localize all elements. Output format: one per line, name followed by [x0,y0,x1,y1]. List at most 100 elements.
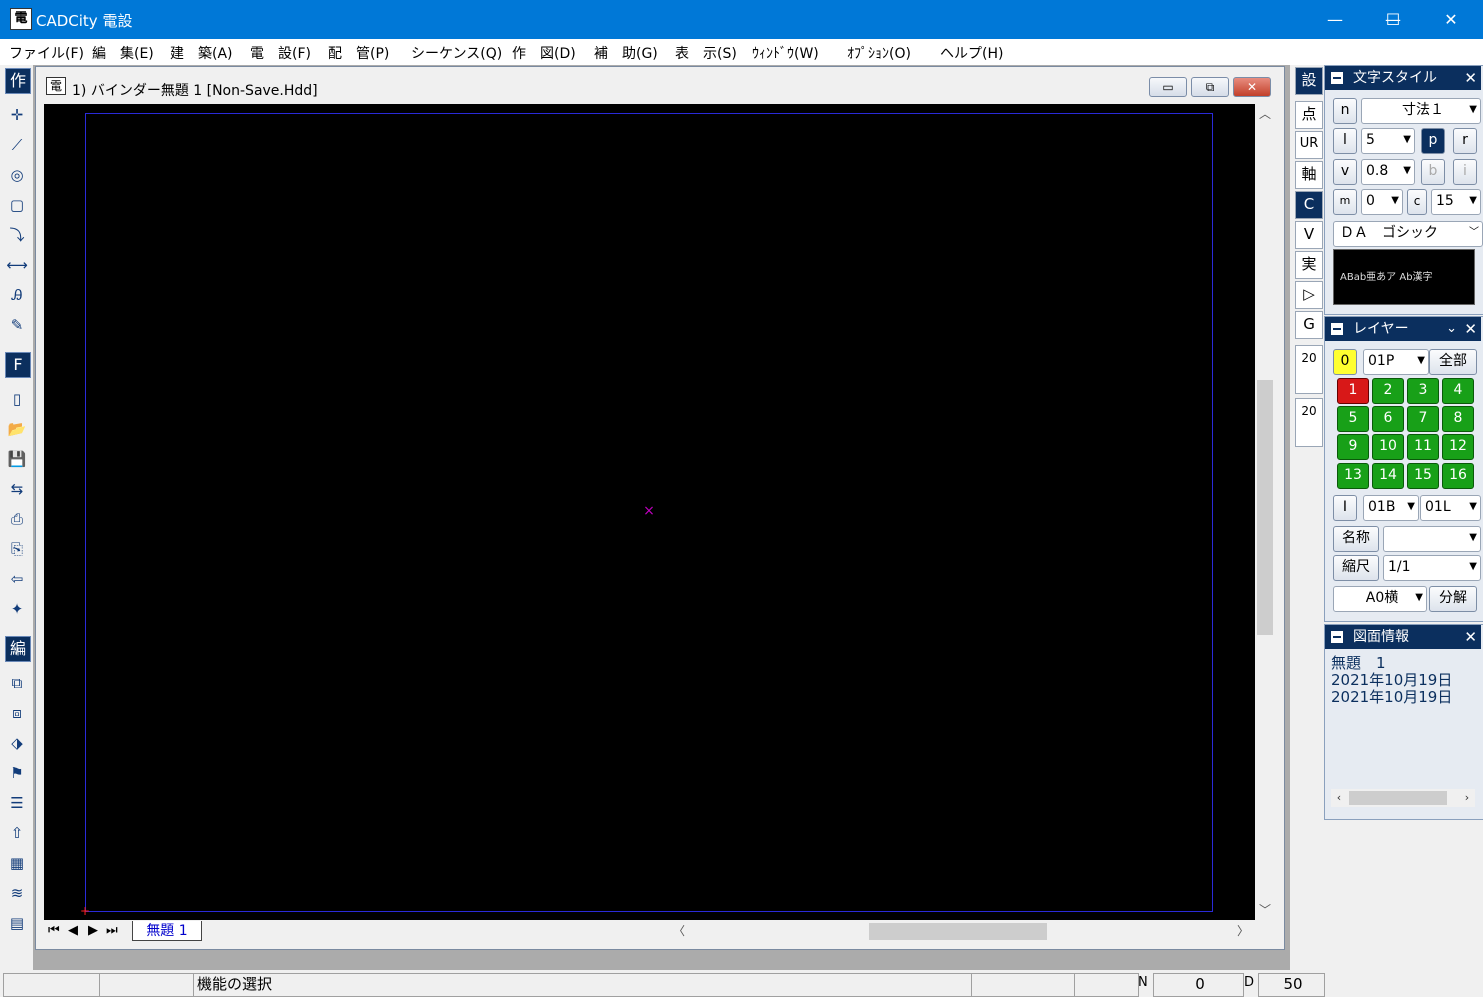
vertical-scroll-thumb[interactable] [1257,380,1273,635]
layer-button-10[interactable]: 10 [1372,434,1404,460]
doc-restore-button[interactable]: ⧉ [1191,77,1229,97]
circle-tool-icon[interactable]: ◎ [5,163,29,187]
c-value-combo[interactable]: 15 ▼ [1431,189,1481,215]
layer-button-15[interactable]: 15 [1407,463,1439,489]
bold-button[interactable]: b [1421,159,1445,185]
menu-options[interactable]: ｵﾌﾟｼｮﾝ(O) [847,43,911,63]
grid-mode-button[interactable]: G [1295,311,1323,339]
layer-button-3[interactable]: 3 [1407,378,1439,404]
select-mode-button[interactable]: ▷ [1295,281,1323,309]
menu-edit[interactable]: 編 集(E) [92,43,154,63]
maximize-button[interactable]: ☐ [1364,0,1422,39]
layer-l-combo[interactable]: 01L ▼ [1420,495,1481,521]
ur-mode-button[interactable]: UR [1295,131,1323,159]
grid-size-button-1[interactable]: 20 [1295,345,1323,394]
arc-tool-icon[interactable]: ⤵ [5,223,29,247]
next-sheet-icon[interactable]: ▶ [88,923,98,938]
point-tool-icon[interactable]: ✛ [5,103,29,127]
scroll-right-icon[interactable]: 〉 [1234,920,1252,942]
horizontal-scroll-thumb[interactable] [869,923,1047,940]
scroll-down-icon[interactable]: ﹀ [1255,900,1275,920]
line-tool-icon[interactable]: ⟋ [5,133,29,157]
panel-close-icon[interactable]: ✕ [1464,66,1477,90]
info-scroll-thumb[interactable] [1349,791,1447,805]
m-button[interactable]: m [1333,189,1357,215]
import-icon[interactable]: ⇦ [5,567,29,591]
prev-sheet-icon[interactable]: ◀ [68,923,78,938]
doc-minimize-button[interactable]: ▭ [1149,77,1187,97]
l-button[interactable]: l [1333,128,1357,154]
font-combo[interactable]: ＤＡ ゴシック ﹀ [1333,221,1483,247]
move-tool-icon[interactable]: ⧈ [5,701,29,725]
vertical-scrollbar[interactable]: ︿ ﹀ [1255,104,1275,920]
print-preview-icon[interactable]: ⎘ [5,537,29,561]
layer-button-11[interactable]: 11 [1407,434,1439,460]
point-mode-button[interactable]: 点 [1295,101,1323,129]
actual-mode-button[interactable]: 実 [1295,251,1323,279]
layer-button-1[interactable]: 1 [1337,378,1369,404]
layer-button-14[interactable]: 14 [1372,463,1404,489]
menu-draw[interactable]: 作 図(D) [512,43,576,63]
extend-tool-icon[interactable]: ⇧ [5,821,29,845]
c-button[interactable]: c [1407,189,1427,215]
all-layers-button[interactable]: 全部 [1429,349,1477,375]
layer-button-7[interactable]: 7 [1407,406,1439,432]
save-file-icon[interactable]: 💾 [5,447,29,471]
size-combo[interactable]: 5 ▼ [1361,128,1415,154]
scale-button[interactable]: 縮尺 [1333,555,1379,581]
new-file-icon[interactable]: ▯ [5,387,29,411]
split-button[interactable]: 分解 [1429,586,1477,612]
current-layer-button[interactable]: 0 [1333,349,1357,375]
layer-button-9[interactable]: 9 [1337,434,1369,460]
open-file-icon[interactable]: 📂 [5,417,29,441]
menu-window[interactable]: ｳｨﾝﾄﾞｳ(W) [752,43,819,63]
n-button[interactable]: n [1333,98,1357,124]
scale-combo[interactable]: 1/1 ▼ [1383,555,1481,581]
menu-arch[interactable]: 建 築(A) [170,43,233,63]
italic-button[interactable]: i [1453,159,1477,185]
layer-button-16[interactable]: 16 [1442,463,1474,489]
r-button[interactable]: r [1453,128,1477,154]
m-value-combo[interactable]: 0 ▼ [1361,189,1403,215]
name-button[interactable]: 名称 [1333,526,1379,552]
menu-view[interactable]: 表 示(S) [675,43,737,63]
p-button[interactable]: p [1421,128,1445,154]
menu-piping[interactable]: 配 管(P) [328,43,389,63]
menu-electric[interactable]: 電 設(F) [250,43,311,63]
file-section-button[interactable]: F [5,352,31,378]
layer-button-5[interactable]: 5 [1337,406,1369,432]
minimize-button-2[interactable]: — [1306,0,1364,39]
panel-minimize-icon[interactable] [1331,72,1343,84]
menu-sequence[interactable]: シーケンス(Q) [411,43,502,63]
menu-file[interactable]: ファイル(F) [9,43,84,63]
axis-mode-button[interactable]: 軸 [1295,161,1323,189]
property-tool-icon[interactable]: ▤ [5,911,29,935]
panel-minimize-icon[interactable] [1331,323,1343,335]
panel-minimize-icon[interactable] [1331,631,1343,643]
grid-size-button-2[interactable]: 20 [1295,398,1323,447]
menu-help[interactable]: ヘルプ(H) [940,43,1003,63]
layer-button-4[interactable]: 4 [1442,378,1474,404]
horizontal-scrollbar[interactable]: 〈 〉 [664,920,1256,942]
text-tool-icon[interactable]: Ꭿ [5,283,29,307]
dimension-tool-icon[interactable]: ⟷ [5,253,29,277]
settings-mode-button[interactable]: 設 [1295,67,1323,95]
create-section-button[interactable]: 作 [5,68,31,94]
layer-button-8[interactable]: 8 [1442,406,1474,432]
first-sheet-icon[interactable]: ⏮ [48,923,60,938]
text-edit-tool-icon[interactable]: ✎ [5,313,29,337]
group-tool-icon[interactable]: ▦ [5,851,29,875]
menu-assist[interactable]: 補 助(G) [594,43,658,63]
export-icon[interactable]: ✦ [5,597,29,621]
layer-tool-icon[interactable]: ≋ [5,881,29,905]
mirror-tool-icon[interactable]: ⚑ [5,761,29,785]
copy-tool-icon[interactable]: ⧉ [5,671,29,695]
rectangle-tool-icon[interactable]: ▢ [5,193,29,217]
close-button[interactable]: ✕ [1422,0,1480,39]
info-horizontal-scrollbar[interactable]: ‹ › [1331,789,1475,807]
layer-button-6[interactable]: 6 [1372,406,1404,432]
paper-size-combo[interactable]: A0横 ▼ [1333,586,1427,612]
scroll-up-icon[interactable]: ︿ [1255,104,1275,124]
sheet-tab[interactable]: 無題 1 [132,921,202,941]
layer-name-combo[interactable]: 01P ▼ [1363,349,1429,375]
